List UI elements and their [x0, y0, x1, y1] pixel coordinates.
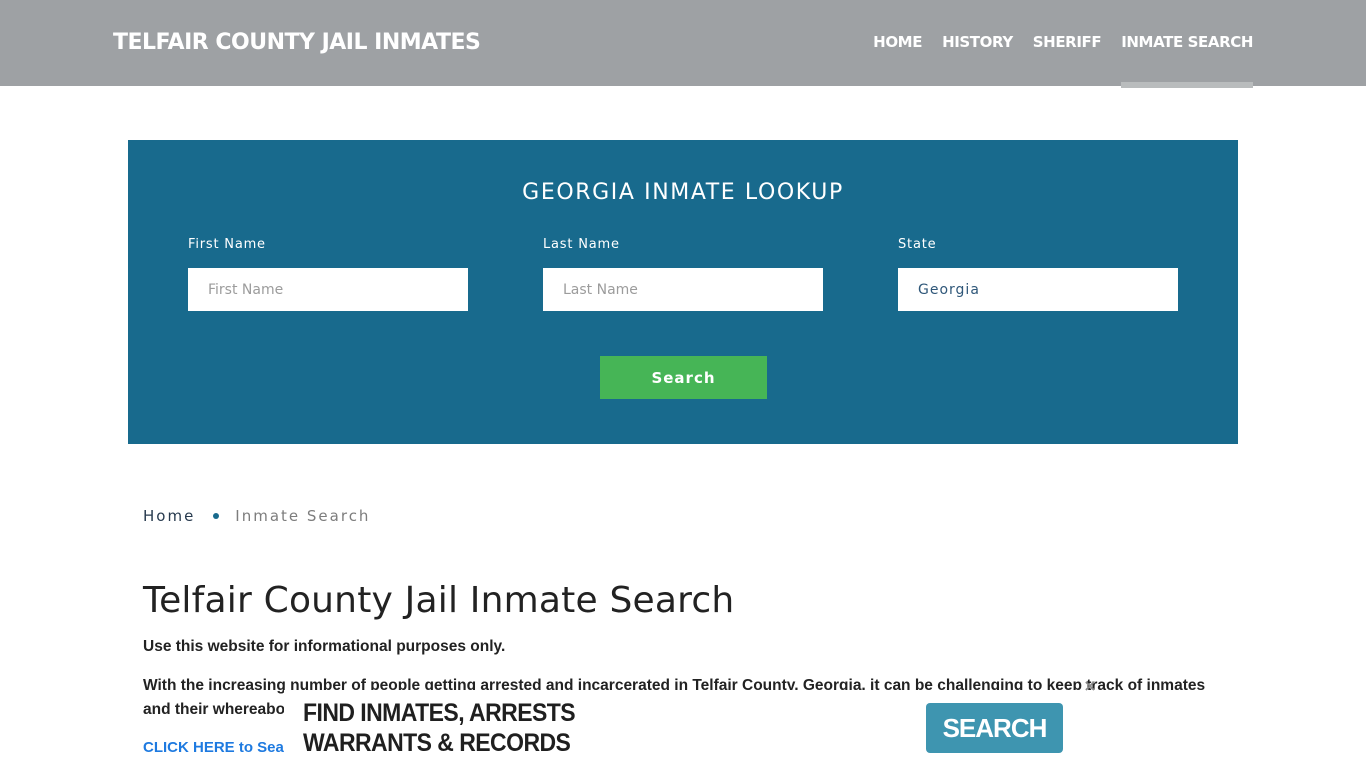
last-name-label: Last Name [543, 237, 620, 252]
disclaimer-text: Use this website for informational purpo… [143, 638, 506, 655]
breadcrumb-separator-icon [213, 513, 220, 519]
ad-search-button[interactable]: SEARCH [926, 703, 1063, 753]
state-input[interactable] [898, 268, 1178, 311]
site-logo[interactable]: TELFAIR COUNTY JAIL INMATES [113, 30, 481, 55]
ad-headline-line1: FIND INMATES, ARRESTS [303, 699, 576, 727]
breadcrumb-home[interactable]: Home [143, 507, 195, 525]
state-label: State [898, 237, 937, 252]
nav-history[interactable]: HISTORY [942, 33, 1013, 51]
nav-sheriff[interactable]: SHERIFF [1033, 33, 1102, 51]
first-name-input[interactable] [188, 268, 468, 311]
ad-headline-line2: WARRANTS & RECORDS [303, 729, 571, 757]
breadcrumb-current: Inmate Search [235, 507, 371, 525]
nav-inmate-search[interactable]: INMATE SEARCH [1121, 33, 1253, 88]
last-name-input[interactable] [543, 268, 823, 311]
page-title: Telfair County Jail Inmate Search [143, 580, 735, 621]
ad-banner[interactable]: FIND INMATES, ARRESTS WARRANTS & RECORDS… [284, 690, 1080, 768]
nav-home[interactable]: HOME [873, 33, 922, 51]
close-icon[interactable]: × [1083, 678, 1097, 694]
main-nav: HOME HISTORY SHERIFF INMATE SEARCH [853, 33, 1253, 88]
site-header: TELFAIR COUNTY JAIL INMATES HOME HISTORY… [0, 0, 1366, 88]
breadcrumb: Home Inmate Search [143, 507, 370, 525]
click-here-search-link[interactable]: CLICK HERE to Sea [143, 739, 284, 756]
search-button[interactable]: Search [600, 356, 767, 399]
lookup-title: GEORGIA INMATE LOOKUP [522, 180, 844, 205]
first-name-label: First Name [188, 237, 266, 252]
